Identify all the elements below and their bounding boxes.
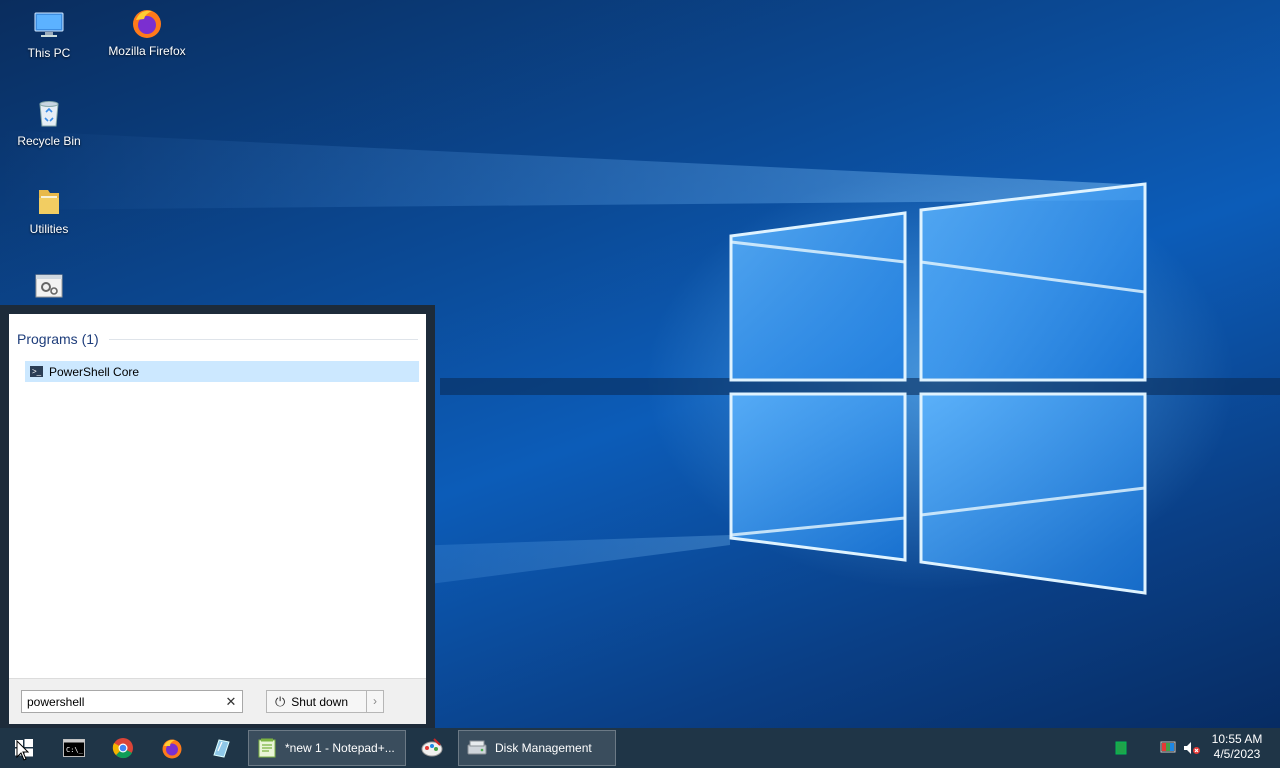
- color-display-icon: [1160, 741, 1176, 753]
- notepadpp-icon: [258, 738, 276, 758]
- firefox-icon: [162, 739, 182, 759]
- desktop-icon-label: Mozilla Firefox: [108, 44, 186, 58]
- shut-down-label: Shut down: [291, 694, 349, 709]
- svg-text:C:\_: C:\_: [66, 746, 84, 754]
- paint-icon: [421, 738, 443, 757]
- power-icon: ⏻: [275, 693, 286, 709]
- taskbar: C:\_ *new 1 - Notepad+... Disk Managemen…: [0, 728, 1280, 768]
- start-menu: Programs (1) >_ PowerShell Core ✕ ⏻ Shut…: [0, 305, 435, 728]
- folder-icon: [39, 190, 59, 214]
- recycle-bin-icon: [39, 101, 59, 127]
- taskbar-chrome-button[interactable]: [101, 728, 145, 768]
- search-result-label: PowerShell Core: [49, 364, 140, 379]
- settings-app-icon: [35, 274, 63, 298]
- desktop-icon-label: Recycle Bin: [17, 134, 81, 148]
- mouse-cursor-icon: [16, 740, 30, 761]
- start-search-input[interactable]: [22, 694, 220, 709]
- clock-date: 4/5/2023: [1213, 747, 1261, 761]
- green-status-icon: [1115, 741, 1127, 755]
- desktop-icon-this-pc[interactable]: This PC: [5, 8, 93, 60]
- computer-icon: [34, 12, 64, 37]
- desktop-icon-label: This PC: [27, 46, 71, 60]
- programs-header-label: Programs (1): [17, 331, 99, 347]
- firefox-icon: [133, 10, 161, 38]
- clear-search-icon[interactable]: ✕: [220, 694, 242, 710]
- chrome-icon: [112, 738, 133, 759]
- powershell-icon: >_: [30, 366, 43, 377]
- shut-down-button[interactable]: ⏻ Shut down: [266, 690, 366, 713]
- taskbar-window-disk-management[interactable]: Disk Management: [458, 730, 616, 766]
- shut-down-options-arrow[interactable]: ›: [366, 690, 384, 713]
- taskbar-window-notepadpp[interactable]: *new 1 - Notepad+...: [248, 730, 406, 766]
- tray-display-icon[interactable]: [1157, 728, 1179, 768]
- desktop-icon-utilities[interactable]: Utilities: [5, 184, 93, 236]
- taskbar-app-button[interactable]: [199, 728, 243, 768]
- taskbar-paint-button[interactable]: [410, 728, 454, 768]
- window-title: Disk Management: [495, 741, 592, 755]
- header-divider: [108, 338, 418, 340]
- programs-section-header: Programs (1): [17, 329, 418, 349]
- window-title: *new 1 - Notepad+...: [285, 741, 395, 755]
- notepad-glass-icon: [213, 739, 230, 758]
- desktop-icon-label: Utilities: [29, 222, 69, 236]
- search-result-powershell-core[interactable]: >_ PowerShell Core: [25, 361, 419, 382]
- desktop-icon-recycle-bin[interactable]: Recycle Bin: [5, 96, 93, 148]
- desktop-icon-mozilla-firefox[interactable]: Mozilla Firefox: [103, 6, 191, 58]
- start-menu-panel: Programs (1) >_ PowerShell Core ✕ ⏻ Shut…: [9, 314, 426, 724]
- tray-volume-icon[interactable]: [1181, 728, 1203, 768]
- taskbar-cmd-button[interactable]: C:\_: [52, 728, 96, 768]
- volume-muted-icon: [1184, 742, 1200, 754]
- taskbar-firefox-button[interactable]: [150, 728, 194, 768]
- clock-time: 10:55 AM: [1211, 732, 1263, 746]
- tray-app-icon[interactable]: [1110, 728, 1132, 768]
- command-prompt-icon: C:\_: [63, 739, 85, 757]
- disk-management-icon: [467, 740, 487, 755]
- start-search-box[interactable]: ✕: [21, 690, 243, 713]
- taskbar-clock[interactable]: 10:55 AM 4/5/2023: [1205, 732, 1269, 762]
- start-menu-footer: ✕ ⏻ Shut down ›: [9, 678, 426, 724]
